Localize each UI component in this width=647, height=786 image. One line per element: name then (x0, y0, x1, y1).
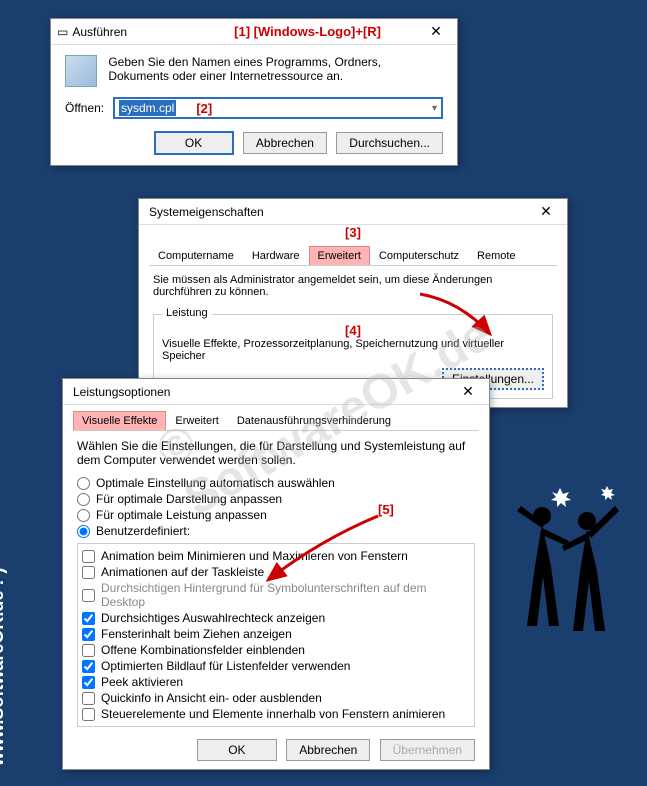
close-icon[interactable]: ✕ (531, 203, 561, 220)
radio-custom[interactable]: Benutzerdefiniert: (77, 523, 475, 539)
tab-erweitert[interactable]: Erweitert (309, 246, 370, 265)
radio-custom-label: Benutzerdefiniert: (96, 524, 190, 538)
system-properties-dialog: Systemeigenschaften ✕ [3] Computername H… (138, 198, 568, 408)
annotation-2: [2] (196, 101, 212, 116)
check-selection-rect[interactable]: Durchsichtiges Auswahlrechteck anzeigen (82, 610, 470, 626)
sysdm-tabbar: Computername Hardware Erweitert Computer… (149, 246, 557, 266)
check-control-anim[interactable]: Steuerelemente und Elemente innerhalb vo… (82, 706, 470, 722)
tab-remote[interactable]: Remote (468, 246, 525, 265)
radio-auto[interactable]: Optimale Einstellung automatisch auswähl… (77, 475, 475, 491)
tab-dep[interactable]: Datenausführungsverhinderung (228, 411, 400, 430)
perf-intro: Wählen Sie die Einstellungen, die für Da… (77, 439, 475, 467)
open-combobox[interactable]: sysdm.cpl [2] ▾ (113, 97, 443, 119)
check-combo-fade[interactable]: Offene Kombinationsfelder einblenden (82, 642, 470, 658)
run-titlebar: ▭ Ausführen [1] [Windows-Logo]+[R] ✕ (51, 19, 457, 45)
apply-button[interactable]: Übernehmen (380, 739, 475, 761)
check-taskbar-anim[interactable]: Animationen auf der Taskleiste (82, 564, 470, 580)
annotation-4: [4] (345, 323, 361, 338)
check-label: Durchsichtigen Hintergrund für Symbolunt… (101, 581, 470, 609)
visual-effects-list[interactable]: Animation beim Minimieren und Maximieren… (77, 543, 475, 727)
annotation-3: [3] (345, 225, 361, 240)
open-value: sysdm.cpl (119, 100, 176, 116)
check-label: Fensterinhalt beim Ziehen anzeigen (101, 627, 292, 641)
run-dialog: ▭ Ausführen [1] [Windows-Logo]+[R] ✕ Geb… (50, 18, 458, 166)
close-icon[interactable]: ✕ (453, 383, 483, 400)
annotation-1: [1] [Windows-Logo]+[R] (234, 24, 381, 39)
ok-button[interactable]: OK (154, 131, 234, 155)
check-desktop-icon-bg[interactable]: Durchsichtigen Hintergrund für Symbolunt… (82, 580, 470, 610)
tab-hardware[interactable]: Hardware (243, 246, 309, 265)
sysdm-title: Systemeigenschaften (149, 205, 531, 219)
tab-visuelle-effekte[interactable]: Visuelle Effekte (73, 411, 166, 430)
performance-options-dialog: Leistungsoptionen ✕ Visuelle Effekte Erw… (62, 378, 490, 770)
check-label: Animation beim Minimieren und Maximieren… (101, 549, 408, 563)
admin-note: Sie müssen als Administrator angemeldet … (139, 266, 567, 306)
radio-best-appearance[interactable]: Für optimale Darstellung anpassen (77, 491, 475, 507)
performance-description: Visuelle Effekte, Prozessorzeitplanung, … (162, 338, 544, 362)
run-icon-small: ▭ (57, 25, 68, 39)
radio-performance-label: Für optimale Leistung anpassen (96, 508, 267, 522)
browse-button[interactable]: Durchsuchen... (336, 132, 443, 154)
check-label: Animationen auf der Taskleiste (101, 565, 264, 579)
chevron-down-icon[interactable]: ▾ (432, 103, 437, 114)
tab-computerschutz[interactable]: Computerschutz (370, 246, 468, 265)
run-program-icon (65, 55, 97, 87)
check-drag-content[interactable]: Fensterinhalt beim Ziehen anzeigen (82, 626, 470, 642)
tab-erweitert-perf[interactable]: Erweitert (166, 411, 227, 430)
performance-legend: Leistung (162, 307, 212, 319)
annotation-5: [5] (378, 502, 394, 517)
check-peek[interactable]: Peek aktivieren (82, 674, 470, 690)
perf-title: Leistungsoptionen (73, 385, 453, 399)
radio-auto-label: Optimale Einstellung automatisch auswähl… (96, 476, 335, 490)
check-label: Offene Kombinationsfelder einblenden (101, 643, 305, 657)
perf-titlebar: Leistungsoptionen ✕ (63, 379, 489, 405)
radio-appearance-label: Für optimale Darstellung anpassen (96, 492, 282, 506)
ok-button[interactable]: OK (197, 739, 277, 761)
radio-best-performance[interactable]: Für optimale Leistung anpassen (77, 507, 475, 523)
open-label: Öffnen: (65, 101, 113, 115)
check-label: Durchsichtiges Auswahlrechteck anzeigen (101, 611, 325, 625)
perf-tabbar: Visuelle Effekte Erweitert Datenausführu… (73, 411, 479, 431)
check-label: Optimierten Bildlauf für Listenfelder ve… (101, 659, 350, 673)
dancers-silhouette-icon (507, 486, 627, 646)
check-label: Peek aktivieren (101, 675, 183, 689)
cancel-button[interactable]: Abbrechen (286, 739, 370, 761)
run-description: Geben Sie den Namen eines Programms, Ord… (108, 55, 428, 83)
cancel-button[interactable]: Abbrechen (243, 132, 327, 154)
run-title: Ausführen (72, 25, 234, 39)
close-icon[interactable]: ✕ (421, 23, 451, 40)
check-smooth-scroll[interactable]: Optimierten Bildlauf für Listenfelder ve… (82, 658, 470, 674)
check-label: Steuerelemente und Elemente innerhalb vo… (101, 707, 445, 721)
check-tooltip-fade[interactable]: Quickinfo in Ansicht ein- oder ausblende… (82, 690, 470, 706)
sysdm-titlebar: Systemeigenschaften ✕ (139, 199, 567, 225)
check-minmax-anim[interactable]: Animation beim Minimieren und Maximieren… (82, 548, 470, 564)
check-label: Quickinfo in Ansicht ein- oder ausblende… (101, 691, 322, 705)
tab-computername[interactable]: Computername (149, 246, 243, 265)
watermark-side: www.SoftwareOK.de :-) (0, 568, 8, 766)
